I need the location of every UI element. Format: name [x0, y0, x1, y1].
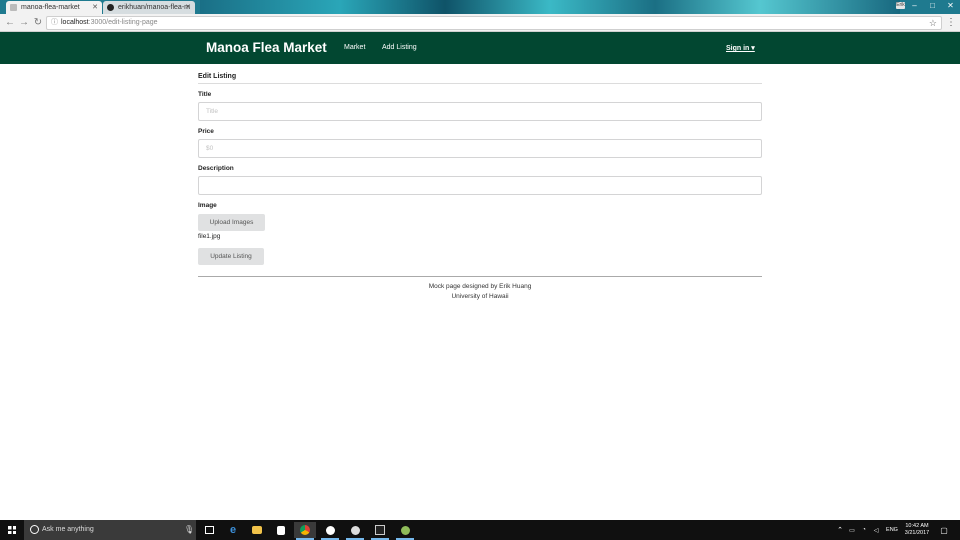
- show-hidden-icons-icon[interactable]: ⌃: [834, 522, 846, 538]
- language-indicator[interactable]: ENG: [884, 522, 900, 538]
- update-listing-button[interactable]: Update Listing: [198, 248, 264, 265]
- atom-icon[interactable]: [394, 522, 416, 540]
- description-label: Description: [198, 165, 234, 172]
- close-icon[interactable]: ✕: [185, 3, 191, 11]
- microphone-icon[interactable]: 🎙: [184, 525, 194, 534]
- price-input[interactable]: [198, 139, 762, 158]
- minimize-icon[interactable]: –: [906, 0, 923, 12]
- forward-icon[interactable]: →: [18, 17, 30, 29]
- browser-tab-strip: manoa-flea-market ✕ erikhuan/manoa-flea-…: [0, 0, 960, 14]
- github-icon: [107, 4, 114, 11]
- form-divider: [198, 83, 762, 84]
- network-icon[interactable]: ◔: [858, 522, 870, 538]
- close-window-icon[interactable]: ✕: [942, 0, 959, 12]
- nav-link-market[interactable]: Market: [344, 44, 365, 51]
- maximize-icon[interactable]: □: [924, 0, 941, 12]
- title-label: Title: [198, 91, 212, 98]
- footer-university: University of Hawaii: [451, 293, 509, 300]
- browser-toolbar: ← → ↻ ⓘ localhost:3000/edit-listing-page…: [0, 14, 960, 32]
- sign-in-dropdown[interactable]: Sign in ▾: [726, 44, 755, 52]
- tab-manoa-flea-market[interactable]: manoa-flea-market ✕: [6, 1, 102, 14]
- footer-divider: [198, 276, 762, 277]
- task-view-icon[interactable]: [198, 522, 220, 538]
- reload-icon[interactable]: ↻: [32, 17, 44, 29]
- edge-icon[interactable]: e: [222, 522, 244, 538]
- cortana-icon: [30, 525, 39, 534]
- battery-icon[interactable]: ▭: [846, 522, 858, 538]
- form-title: Edit Listing: [198, 73, 237, 80]
- cortana-search-box[interactable]: Ask me anything 🎙: [24, 520, 196, 540]
- bookmark-star-icon[interactable]: ☆: [929, 17, 937, 29]
- terminal-icon[interactable]: [369, 522, 391, 540]
- price-label: Price: [198, 128, 214, 135]
- footer-credit: Mock page designed by Erik Huang: [428, 283, 532, 290]
- slack-icon[interactable]: [319, 522, 341, 540]
- upload-images-button[interactable]: Upload Images: [198, 214, 265, 231]
- theme-artwork: [200, 0, 900, 14]
- description-input[interactable]: [198, 176, 762, 195]
- volume-icon[interactable]: ◁: [870, 522, 882, 538]
- clock-time: 10:42 AM: [905, 523, 929, 529]
- image-label: Image: [198, 202, 217, 209]
- address-bar[interactable]: ⓘ localhost:3000/edit-listing-page ☆: [46, 16, 942, 30]
- tab-github[interactable]: erikhuan/manoa-flea-m ✕: [103, 1, 195, 14]
- tab-title: manoa-flea-market: [21, 4, 80, 11]
- action-center-icon[interactable]: ▢: [936, 522, 952, 538]
- info-icon: ⓘ: [51, 19, 58, 26]
- address-path: :3000/edit-listing-page: [88, 19, 158, 26]
- profile-button[interactable]: Erik: [896, 2, 905, 9]
- system-clock[interactable]: 10:42 AM 3/21/2017: [902, 523, 932, 537]
- address-host: localhost: [61, 19, 89, 26]
- chrome-icon[interactable]: [294, 522, 316, 540]
- tab-title: erikhuan/manoa-flea-m: [118, 4, 190, 11]
- uploaded-file-name: file1.jpg: [198, 233, 221, 240]
- file-explorer-icon[interactable]: [246, 522, 268, 538]
- nav-link-add-listing[interactable]: Add Listing: [382, 44, 417, 51]
- footer: Mock page designed by Erik Huang Univers…: [198, 282, 762, 302]
- page-icon: [10, 4, 17, 11]
- brand-title[interactable]: Manoa Flea Market: [206, 40, 327, 55]
- back-icon[interactable]: ←: [4, 17, 16, 29]
- store-icon[interactable]: [270, 522, 292, 538]
- windows-logo-icon: [8, 526, 16, 534]
- search-placeholder: Ask me anything: [42, 526, 94, 533]
- close-icon[interactable]: ✕: [92, 3, 98, 11]
- title-input[interactable]: [198, 102, 762, 121]
- twitch-icon[interactable]: [344, 522, 366, 540]
- clock-date: 3/21/2017: [904, 530, 930, 536]
- app-navbar: Manoa Flea Market Market Add Listing Sig…: [0, 32, 960, 64]
- windows-taskbar: Ask me anything 🎙 e ⌃ ▭ ◔ ◁ ENG 10:42 AM…: [0, 520, 960, 540]
- chrome-menu-icon[interactable]: ⋮: [946, 17, 956, 29]
- start-button[interactable]: [0, 520, 24, 540]
